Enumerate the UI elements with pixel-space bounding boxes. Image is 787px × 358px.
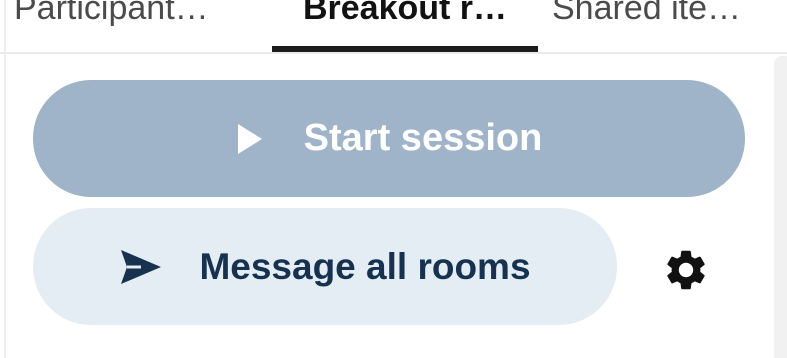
start-session-content: Start session (236, 117, 543, 160)
tab-shared-items[interactable]: Shared ite… (552, 0, 772, 38)
message-all-rooms-content: Message all rooms (119, 245, 531, 288)
message-all-rooms-label: Message all rooms (199, 245, 531, 287)
tab-strip: Participant… Breakout r… Shared ite… (0, 0, 787, 54)
tab-participants[interactable]: Participant… (14, 0, 250, 38)
play-icon (236, 122, 264, 156)
tab-breakout-rooms[interactable]: Breakout r… (272, 0, 538, 38)
send-icon (119, 248, 163, 286)
settings-button[interactable] (656, 240, 716, 300)
message-all-rooms-button[interactable]: Message all rooms (33, 208, 617, 325)
gear-icon (667, 250, 705, 290)
selected-tab-indicator (272, 46, 538, 52)
start-session-button[interactable]: Start session (33, 80, 745, 197)
scrollbar[interactable] (774, 56, 787, 358)
breakout-panel: Participant… Breakout r… Shared ite… Sta… (0, 0, 787, 358)
start-session-label: Start session (303, 117, 543, 159)
